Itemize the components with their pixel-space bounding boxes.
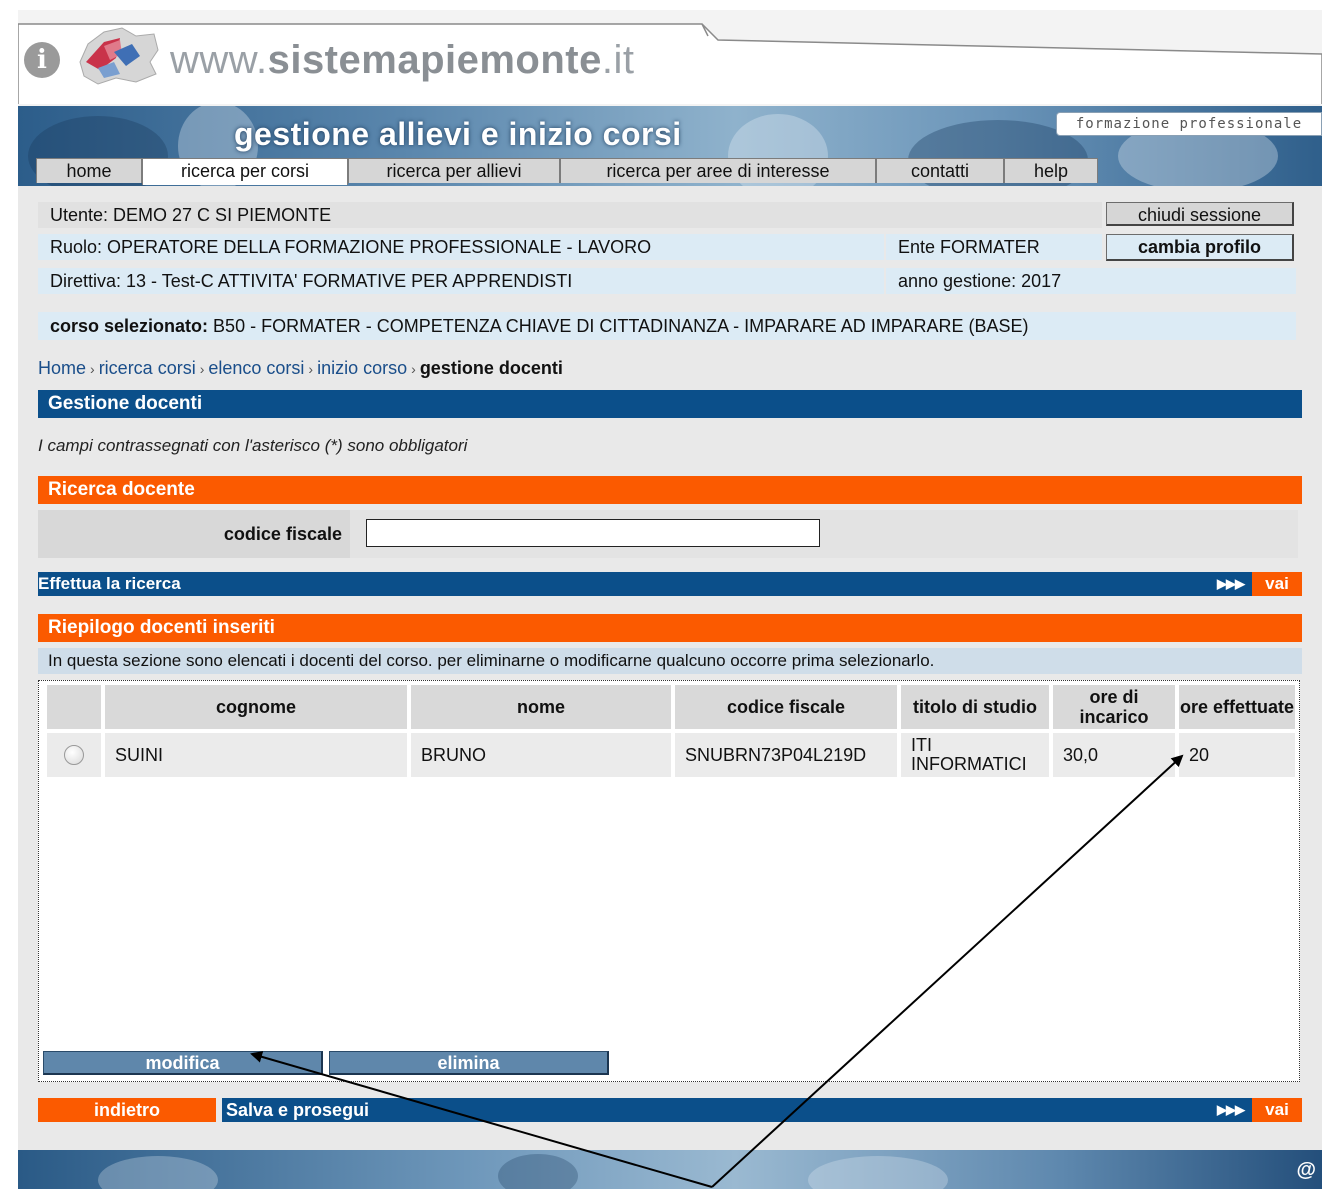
vai-button[interactable]: vai (1252, 1098, 1302, 1122)
site-title[interactable]: www.sistemapiemonte.it (170, 38, 634, 83)
breadcrumb-current: gestione docenti (419, 358, 563, 378)
tab-contatti[interactable]: contatti (876, 158, 1004, 183)
riepilogo-info: In questa sezione sono elencati i docent… (38, 648, 1302, 674)
triple-arrow-icon: ▶▶▶ (1217, 1102, 1245, 1117)
piemonte-region-icon (79, 27, 159, 85)
footer-photo-collage (98, 1154, 948, 1189)
breadcrumb-inizio-corso[interactable]: inizio corso (317, 358, 407, 378)
breadcrumb-separator: › (90, 361, 95, 377)
corso-label: corso selezionato: (50, 316, 209, 336)
main-nav: home ricerca per corsi ricerca per allie… (36, 158, 1098, 185)
tab-ricerca-per-aree[interactable]: ricerca per aree di interesse (560, 158, 876, 183)
tab-ricerca-per-corsi[interactable]: ricerca per corsi (142, 158, 348, 185)
user-name: Utente: DEMO 27 C SI PIEMONTE (38, 202, 1102, 228)
row-select-radio[interactable] (64, 745, 84, 765)
cambia-profilo-button[interactable]: cambia profilo (1106, 234, 1294, 261)
table-row-select-cell (47, 733, 101, 777)
table-cell-nome: BRUNO (411, 733, 671, 777)
table-header-titolo-studio: titolo di studio (901, 685, 1049, 729)
vai-button[interactable]: vai (1252, 572, 1302, 596)
table-header-cognome: cognome (105, 685, 407, 729)
user-direttiva: Direttiva: 13 - Test-C ATTIVITA' FORMATI… (38, 268, 884, 294)
table-cell-codice-fiscale: SNUBRN73P04L219D (675, 733, 897, 777)
modifica-button[interactable]: modifica (43, 1051, 323, 1075)
banner-tag: formazione professionale (1056, 112, 1322, 136)
codice-fiscale-input[interactable] (366, 519, 820, 547)
table-cell-titolo-studio: ITI INFORMATICI (901, 733, 1049, 777)
user-role: Ruolo: OPERATORE DELLA FORMAZIONE PROFES… (38, 234, 884, 260)
page: i www.sistemapiemonte.it gestione alliev… (18, 10, 1322, 1189)
corso-selezionato: corso selezionato: B50 - FORMATER - COMP… (38, 312, 1296, 340)
site-header: i www.sistemapiemonte.it (18, 10, 1322, 106)
docenti-list-panel: cognome nome codice fiscale titolo di st… (38, 680, 1300, 1082)
info-icon[interactable]: i (24, 42, 60, 78)
ricerca-form: codice fiscale (38, 510, 1298, 558)
table-cell-ore-incarico: 30,0 (1053, 733, 1175, 777)
salva-prosegui-label[interactable]: Salva e prosegui (226, 1100, 369, 1120)
email-icon[interactable]: @ (1296, 1159, 1316, 1182)
riepilogo-docenti-title: Riepilogo docenti inseriti (38, 614, 1302, 642)
breadcrumb-separator: › (308, 361, 314, 377)
table-cell-ore-effettuate: 20 (1179, 733, 1295, 777)
corso-value: B50 - FORMATER - COMPETENZA CHIAVE DI CI… (208, 316, 1029, 336)
breadcrumb-elenco-corsi[interactable]: elenco corsi (208, 358, 304, 378)
table-header-codice-fiscale: codice fiscale (675, 685, 897, 729)
footer: @ (18, 1150, 1322, 1189)
page-title: Gestione docenti (38, 390, 1302, 418)
breadcrumb-home[interactable]: Home (38, 358, 86, 378)
elimina-button[interactable]: elimina (329, 1051, 609, 1075)
triple-arrow-icon: ▶▶▶ (1217, 576, 1245, 591)
table-header-nome: nome (411, 685, 671, 729)
anno-gestione: anno gestione: 2017 (886, 268, 1296, 294)
ricerca-docente-title: Ricerca docente (38, 476, 1302, 504)
breadcrumb-separator: › (411, 361, 416, 377)
indietro-button[interactable]: indietro (38, 1098, 216, 1122)
table-cell-cognome: SUINI (105, 733, 407, 777)
chiudi-sessione-button[interactable]: chiudi sessione (1106, 202, 1294, 226)
tab-help[interactable]: help (1004, 158, 1098, 183)
breadcrumb-separator: › (199, 361, 205, 377)
tab-home[interactable]: home (36, 158, 142, 183)
table-header-ore-effettuate: ore effettuate (1179, 685, 1295, 729)
salva-prosegui-bar[interactable]: Salva e prosegui ▶▶▶ vai (222, 1098, 1302, 1122)
user-ente: Ente FORMATER (886, 234, 1102, 260)
table-header-ore-incarico: ore di incarico (1053, 685, 1175, 729)
codice-fiscale-label: codice fiscale (38, 510, 350, 558)
breadcrumb: Home › ricerca corsi › elenco corsi › inizio c… (38, 358, 563, 379)
required-fields-note: I campi contrassegnati con l'asterisco (… (38, 436, 468, 455)
breadcrumb-ricerca-corsi[interactable]: ricerca corsi (99, 358, 196, 378)
table-header-select (47, 685, 101, 729)
tab-ricerca-per-allievi[interactable]: ricerca per allievi (348, 158, 560, 183)
banner-title: gestione allievi e inizio corsi (234, 116, 682, 152)
effettua-ricerca-bar[interactable]: Effettua la ricerca ▶▶▶ vai (38, 572, 1302, 596)
effettua-ricerca-label[interactable]: Effettua la ricerca (38, 574, 181, 593)
